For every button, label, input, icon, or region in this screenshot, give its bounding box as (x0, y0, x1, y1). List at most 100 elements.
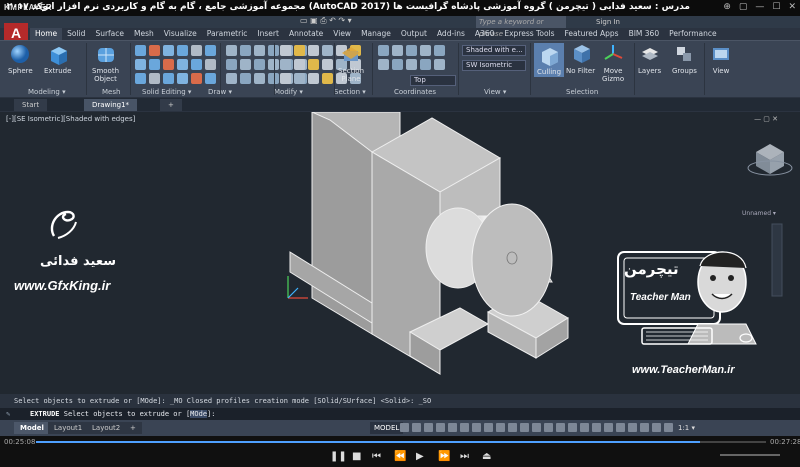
viewcube-ucs-dropdown[interactable]: Unnamed ▾ (742, 210, 776, 217)
groups-icon (677, 47, 692, 61)
tab-express-tools[interactable]: Express Tools (499, 28, 559, 40)
view-direction-dropdown[interactable]: SW Isometric (462, 60, 526, 71)
command-option-mode[interactable]: MOde (190, 410, 208, 418)
fadaei-logo-icon (50, 210, 77, 239)
move-gizmo-button[interactable]: Move Gizmo (602, 43, 624, 83)
tab-model[interactable]: Model (14, 422, 50, 434)
mini-mode-icon[interactable]: ▢ (739, 2, 748, 12)
tab-output[interactable]: Output (396, 28, 432, 40)
tab-mesh[interactable]: Mesh (129, 28, 159, 40)
panel-coordinates[interactable]: Coordinates (394, 88, 436, 96)
status-bar: Model Layout1 Layout2 + MODEL 1:1 ▾ (0, 420, 800, 436)
minimize-button[interactable]: — (755, 2, 764, 12)
command-name: EXTRUDE (30, 410, 60, 418)
add-layout-button[interactable]: + (124, 422, 142, 434)
view-icon (713, 48, 729, 60)
drawing-viewport[interactable]: [-][SE Isometric][Shaded with edges] — ▢… (0, 112, 800, 394)
previous-button[interactable]: ⏮ (372, 451, 381, 462)
visual-style-dropdown[interactable]: Shaded with e... (462, 45, 526, 56)
culling-button[interactable]: Culling (534, 43, 565, 77)
tab-a360[interactable]: A360 (470, 28, 499, 40)
pause-button[interactable]: ❚❚ (330, 451, 347, 462)
tab-home[interactable]: Home (30, 28, 63, 40)
panel-modeling[interactable]: Modeling ▾ (28, 88, 66, 96)
no-filter-button[interactable]: No Filter (566, 43, 595, 75)
panel-mesh[interactable]: Mesh (102, 88, 120, 96)
tab-visualize[interactable]: Visualize (159, 28, 202, 40)
panel-view[interactable]: View ▾ (484, 88, 506, 96)
video-title: مجموعه آموزشی جامع ، گام به گام و کاربرد… (6, 2, 690, 12)
ribbon-panel: Sphere Extrude Smooth Object Section Pla… (0, 40, 800, 97)
tab-annotate[interactable]: Annotate (284, 28, 328, 40)
play-button[interactable]: ▶ (416, 451, 424, 462)
filter-icon (573, 45, 590, 63)
tab-bim360[interactable]: BIM 360 (624, 28, 665, 40)
tab-layout2[interactable]: Layout2 (86, 422, 127, 434)
layers-button[interactable]: Layers (638, 43, 661, 75)
forward-button[interactable]: ⏩ (438, 451, 450, 462)
panel-divider (704, 43, 705, 95)
section-plane-button[interactable]: Section Plane (338, 43, 364, 83)
panel-modify[interactable]: Modify ▾ (274, 88, 303, 96)
tab-parametric[interactable]: Parametric (202, 28, 253, 40)
watermark-name-fa: سعید فدائی (40, 254, 116, 269)
tab-surface[interactable]: Surface (90, 28, 129, 40)
close-button[interactable]: ✕ (788, 2, 796, 12)
smooth-object-button[interactable]: Smooth Object (92, 43, 119, 83)
command-history: Select objects to extrude or [MOde]: _MO… (0, 394, 800, 408)
groups-button[interactable]: Groups (672, 43, 697, 75)
watermark-teacherman-site: www.TeacherMan.ir (632, 364, 735, 376)
panel-solid-editing[interactable]: Solid Editing ▾ (142, 88, 191, 96)
extrude-button[interactable]: Extrude (44, 43, 71, 75)
solid-editing-tools[interactable] (135, 45, 217, 85)
window-controls: ⊕ ▢ — ☐ ✕ (723, 2, 796, 12)
maximize-button[interactable]: ☐ (772, 2, 780, 12)
annotation-scale[interactable]: 1:1 ▾ (678, 424, 695, 432)
sphere-button[interactable]: Sphere (8, 43, 33, 75)
smooth-object-icon (97, 48, 114, 62)
eject-button[interactable]: ⏏ (482, 451, 491, 462)
quick-access-toolbar[interactable]: ▭ ▣ ⎙ ↶ ↷ ▾ (300, 16, 352, 26)
tab-drawing1[interactable]: Drawing1* (84, 99, 138, 111)
tab-view[interactable]: View (328, 28, 356, 40)
tab-add-ins[interactable]: Add-ins (432, 28, 470, 40)
pin-icon[interactable]: ⊕ (723, 2, 731, 12)
tab-manage[interactable]: Manage (356, 28, 396, 40)
ucs-tools[interactable] (378, 45, 446, 71)
volume-slider[interactable] (720, 454, 780, 456)
model-space-button[interactable]: MODEL (370, 422, 404, 434)
ucs-dropdown[interactable]: Top (410, 75, 456, 86)
tab-start[interactable]: Start (14, 99, 48, 111)
view-button[interactable]: View (710, 43, 732, 75)
ribbon-tabs: Home Solid Surface Mesh Visualize Parame… (30, 28, 722, 40)
panel-divider (634, 43, 635, 95)
sign-in-button[interactable]: Sign In (596, 16, 620, 28)
panel-divider (220, 43, 221, 95)
panel-selection[interactable]: Selection (566, 88, 598, 96)
search-input[interactable]: Type a keyword or phrase (476, 16, 566, 38)
new-tab-button[interactable]: + (160, 99, 182, 111)
panel-section[interactable]: Section ▾ (334, 88, 366, 96)
tab-solid[interactable]: Solid (62, 28, 90, 40)
command-prompt-end: ]: (207, 410, 216, 418)
command-wrench-icon[interactable]: ✎ (6, 408, 10, 420)
player-title-bar: KMPLAYER مجموعه آموزشی جامع ، گام به گام… (0, 0, 800, 16)
command-line[interactable]: ✎ EXTRUDE Select objects to extrude or [… (0, 408, 800, 420)
teacherman-logo-fa: تیچرمن (624, 260, 679, 278)
tab-layout1[interactable]: Layout1 (48, 422, 89, 434)
tab-insert[interactable]: Insert (252, 28, 284, 40)
panel-divider (334, 43, 335, 95)
stop-button[interactable]: ■ (352, 451, 361, 462)
sphere-icon (11, 45, 30, 63)
next-button[interactable]: ⏭ (460, 451, 469, 462)
player-controls: 00:25:08 00:27:28 ❚❚ ■ ⏮ ⏪ ▶ ⏩ ⏭ ⏏ (0, 436, 800, 467)
tab-featured-apps[interactable]: Featured Apps (560, 28, 624, 40)
teacherman-caption: Teacher Man (630, 292, 691, 303)
seek-bar[interactable] (36, 441, 766, 443)
watermark-gfxking: www.GfxKing.ir (14, 278, 111, 293)
rewind-button[interactable]: ⏪ (394, 451, 406, 462)
layers-icon (641, 48, 658, 60)
tab-performance[interactable]: Performance (664, 28, 722, 40)
section-plane-icon (342, 47, 360, 61)
status-toggles[interactable] (400, 423, 673, 432)
